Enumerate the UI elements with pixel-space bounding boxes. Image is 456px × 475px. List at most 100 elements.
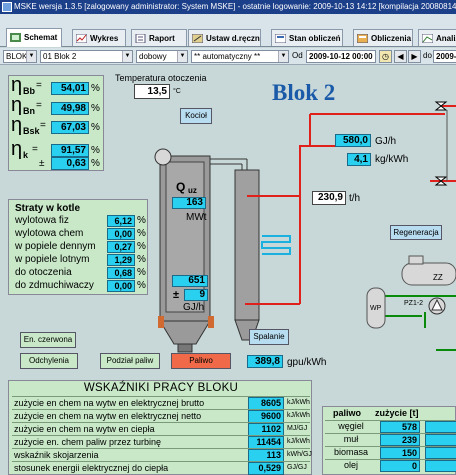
toolbar: BLOK2 ▼ 01 Blok 2 ▼ dobowy ▼ ** automatyczn… xyxy=(0,48,456,65)
boiler-losses-panel: Straty w kotle wylotowa fiz 6,12 % wylot… xyxy=(8,199,148,295)
fuel-usage-table: paliwo zużycie [t] węgiel 578 muł 239 bi… xyxy=(322,406,456,475)
efficiency-panel: η Bb = 54,01 % η Bn = 49,98 % η Bsk = 67… xyxy=(8,74,104,171)
tab-obliczenia[interactable]: Obliczenia xyxy=(353,29,413,46)
fuel-usage-value: 578 xyxy=(380,421,420,433)
date-to-input[interactable]: 2009-10-1 xyxy=(433,50,456,63)
date-from-label: Od xyxy=(292,51,303,60)
indicator-value: 0,529 xyxy=(248,462,284,475)
fuel-energy-tolerance: 9 xyxy=(184,289,208,301)
loss-label: wylotowa fiz xyxy=(15,215,69,226)
menu-area xyxy=(0,14,456,27)
indicator-row: zużycie en chem na wytw en elektrycznej … xyxy=(12,396,310,410)
tank-zz xyxy=(401,262,456,286)
date-to-label: do xyxy=(423,51,432,60)
loss-value: 0,68 xyxy=(107,267,135,279)
loss-unit: % xyxy=(137,215,146,226)
fuel-energy-value: 651 xyxy=(172,275,208,287)
indicator-unit: kWh/GJ xyxy=(287,451,312,458)
tab-wykres[interactable]: Wykres xyxy=(72,29,126,46)
loss-value: 0,00 xyxy=(107,228,135,240)
block-select[interactable]: 01 Blok 2 ▼ xyxy=(40,50,133,63)
tab-stan-obliczen[interactable]: Stan obliczeń xyxy=(271,29,343,46)
tab-raport[interactable]: Raport xyxy=(131,29,187,46)
fuel-row: muł 239 xyxy=(325,433,456,446)
kociol-button[interactable]: Kocioł xyxy=(180,108,212,124)
steam-heat-unit: GJ/h xyxy=(375,136,397,147)
ambient-temp-unit: °C xyxy=(173,88,181,95)
main-tabs: Schemat Wykres Raport Ustaw d.ręczne Sta… xyxy=(0,27,456,47)
fuel-usage-value: 0 xyxy=(380,460,420,472)
indicator-unit: kJ/kWh xyxy=(287,399,310,406)
eta-bb-unit: % xyxy=(91,83,100,94)
paliwo-button[interactable]: Paliwo xyxy=(171,353,231,369)
loss-unit: % xyxy=(137,228,146,239)
loss-unit: % xyxy=(137,280,146,291)
tab-schemat[interactable]: Schemat xyxy=(6,28,62,47)
loss-unit: % xyxy=(137,241,146,252)
loss-value: 0,00 xyxy=(107,280,135,292)
fuel-extra-cell xyxy=(425,434,456,446)
eta-bsk-value: 67,03 xyxy=(51,121,89,134)
indicator-row: wskaźnik skojarzenia 113 kWh/GJ xyxy=(12,448,312,462)
back-button[interactable]: ◀ xyxy=(394,50,407,63)
indicator-row: zużycie en chem na wytw en ciepła 1102 M… xyxy=(12,422,310,436)
eta-bb-value: 54,01 xyxy=(51,82,89,95)
convection-pass xyxy=(234,169,260,321)
indicators-title: WSKAŹNIKI PRACY BLOKU xyxy=(83,382,239,394)
spalanie-button[interactable]: Spalanie xyxy=(249,329,289,345)
tab-label: Raport xyxy=(149,34,175,43)
tab-label: Ustaw d.ręczne xyxy=(206,34,261,43)
fuel-extra-cell xyxy=(425,447,456,459)
clock-icon: ◷ xyxy=(382,52,389,61)
eta-bsk-symbol: η xyxy=(11,114,23,136)
forward-button[interactable]: ▶ xyxy=(408,50,421,63)
clock-button[interactable]: ◷ xyxy=(379,50,392,63)
fuel-row: węgiel 578 xyxy=(325,420,456,433)
indicator-label: zużycie en chem na wytw en elektrycznej … xyxy=(14,411,202,421)
fuel-energy-pm: ± xyxy=(173,289,180,301)
fuel-name: olej xyxy=(343,460,358,470)
steam-flow-unit: t/h xyxy=(349,193,361,204)
report-icon xyxy=(135,34,146,43)
fuel-extra-cell xyxy=(425,421,456,433)
pz-label: PZ1-2 xyxy=(404,300,424,307)
loss-label: w popiele lotnym xyxy=(15,254,90,265)
ambient-temp-label: Temperatura otoczenia xyxy=(115,73,207,83)
indicator-unit: kJ/kWh xyxy=(287,412,310,419)
loss-label: wylotowa chem xyxy=(15,228,84,239)
fuel-usage-value: 239 xyxy=(380,434,420,446)
fuel-energy-unit: GJ/h xyxy=(183,302,205,313)
losses-title: Straty w kotle xyxy=(15,203,81,214)
date-from-input[interactable]: 2009-10-12 00:00 xyxy=(306,50,376,63)
indicator-label: stosunek energii elektrycznej do ciepła xyxy=(14,463,169,473)
indicator-label: wskaźnik skojarzenia xyxy=(14,450,99,460)
podzial-paliw-button[interactable]: Podział paliw xyxy=(100,353,160,369)
eta-bb-sub: Bb xyxy=(23,86,35,96)
status-icon xyxy=(275,34,286,43)
forward-icon: ▶ xyxy=(411,52,418,61)
wp-label: WP xyxy=(370,305,382,312)
indicator-unit: GJ/GJ xyxy=(287,464,307,471)
chevron-down-icon: ▼ xyxy=(122,51,132,62)
back-icon: ◀ xyxy=(397,52,404,61)
eta-k-pm: ± xyxy=(39,158,45,169)
eta-k-tolerance: 0,63 xyxy=(51,157,89,170)
eta-bsk-unit: % xyxy=(91,122,100,133)
boiler-drum xyxy=(154,148,172,166)
indicator-row: stosunek energii elektrycznej do ciepła … xyxy=(12,461,310,475)
period-select[interactable]: dobowy ▼ xyxy=(136,50,188,63)
tab-label: Stan obliczeń xyxy=(289,34,341,43)
tab-ustaw-dane-reczne[interactable]: Ustaw d.ręczne xyxy=(188,29,261,46)
mode-select[interactable]: ** automatyczny ** ▼ xyxy=(191,50,289,63)
indicator-label: zużycie en chem na wytw en ciepła xyxy=(14,424,155,434)
fuel-row: biomasa 150 xyxy=(325,446,456,459)
chart-icon xyxy=(76,34,87,43)
indicator-row: zużycie en. chem paliw przez turbinę 114… xyxy=(12,435,310,449)
en-czerwona-button[interactable]: En. czerwona xyxy=(20,332,76,348)
eta-bsk-sub: Bsk xyxy=(23,126,40,136)
odchylenia-button[interactable]: Odchylenia xyxy=(20,353,78,369)
unit-select[interactable]: BLOK2 ▼ xyxy=(3,50,37,63)
fuel-usage-col-header: zużycie [t] xyxy=(375,408,419,418)
tab-analizy[interactable]: Analiz xyxy=(418,29,456,46)
regeneracja-button[interactable]: Regeneracja xyxy=(390,225,442,240)
